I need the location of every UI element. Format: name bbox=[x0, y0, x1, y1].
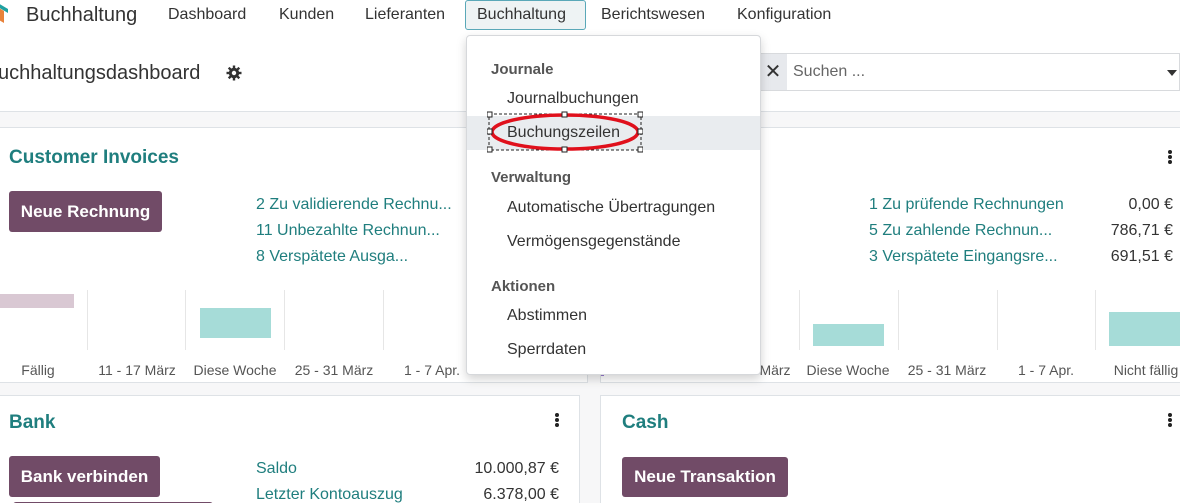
graph-tick: 11 - 17 März bbox=[98, 362, 176, 378]
new-invoice-button[interactable]: Neue Rechnung bbox=[9, 191, 162, 232]
nav-item-dashboard[interactable]: Dashboard bbox=[168, 6, 246, 24]
search-bar: ✕ bbox=[758, 53, 1180, 91]
link-bills-to-pay[interactable]: 5 Zu zahlende Rechnun... bbox=[869, 222, 1052, 240]
graph-bar-this-week[interactable] bbox=[813, 324, 884, 346]
buchhaltung-dropdown-menu: Journale Journalbuchungen Buchungszeilen… bbox=[466, 35, 761, 375]
link-invoices-to-validate[interactable]: 2 Zu validierende Rechnu... bbox=[256, 196, 452, 214]
menu-section-aktionen: Aktionen bbox=[491, 278, 556, 295]
card-bank: Bank Bank verbinden Saldo 10.000,87 € Le… bbox=[0, 395, 580, 503]
menu-item-vermoegensgegenstaende[interactable]: Vermögensgegenstände bbox=[467, 225, 760, 259]
link-late-invoices[interactable]: 8 Verspätete Ausga... bbox=[256, 248, 408, 266]
card-title[interactable]: Cash bbox=[622, 412, 668, 434]
graph-tick: 1 - 7 Apr. bbox=[403, 362, 461, 378]
amount-bills-to-pay: 786,71 € bbox=[1110, 222, 1173, 239]
menu-section-verwaltung: Verwaltung bbox=[491, 169, 572, 186]
nav-item-konfiguration[interactable]: Konfiguration bbox=[737, 6, 831, 24]
menu-item-sperrdaten[interactable]: Sperrdaten bbox=[467, 333, 760, 367]
link-late-bills[interactable]: 3 Verspätete Eingangsre... bbox=[869, 248, 1058, 266]
graph-bar-not-due[interactable] bbox=[1109, 312, 1180, 346]
gear-icon[interactable] bbox=[226, 65, 242, 81]
menu-section-journale: Journale bbox=[491, 61, 554, 78]
card-title[interactable]: Bank bbox=[9, 412, 55, 434]
top-navbar: Buchhaltung Dashboard Kunden Lieferanten… bbox=[0, 0, 1180, 32]
new-transaction-button[interactable]: Neue Transaktion bbox=[622, 457, 788, 497]
graph-tick: 25 - 31 März bbox=[294, 362, 374, 378]
search-facet-remove-icon[interactable]: ✕ bbox=[759, 54, 787, 90]
card-menu-kebab-icon[interactable] bbox=[555, 413, 559, 427]
graph-tick: Diese Woche bbox=[806, 362, 890, 378]
graph-tick: Diese Woche bbox=[193, 362, 277, 378]
menu-item-automatische-uebertragungen[interactable]: Automatische Übertragungen bbox=[467, 191, 760, 225]
amount-bills-to-review: 0,00 € bbox=[1128, 196, 1173, 213]
card-title[interactable]: Customer Invoices bbox=[9, 147, 179, 169]
menu-item-journalbuchungen[interactable]: Journalbuchungen bbox=[467, 82, 760, 116]
app-logo-icon[interactable] bbox=[0, 3, 8, 25]
graph-bar-overdue[interactable] bbox=[0, 294, 74, 308]
amount-late-bills: 691,51 € bbox=[1110, 248, 1173, 265]
nav-item-kunden[interactable]: Kunden bbox=[279, 6, 334, 24]
link-unpaid-invoices[interactable]: 11 Unbezahlte Rechnun... bbox=[256, 222, 440, 240]
app-name[interactable]: Buchhaltung bbox=[26, 4, 137, 27]
bank-balance-amount: 10.000,87 € bbox=[474, 460, 559, 477]
graph-tick: Nicht fällig bbox=[1113, 362, 1179, 378]
nav-item-lieferanten[interactable]: Lieferanten bbox=[365, 6, 445, 24]
connect-bank-button[interactable]: Bank verbinden bbox=[9, 456, 160, 497]
last-statement-amount: 6.378,00 € bbox=[483, 486, 559, 503]
graph-tick: 1 - 7 Apr. bbox=[1017, 362, 1075, 378]
graph-tick: März bbox=[759, 362, 791, 378]
nav-item-buchhaltung[interactable]: Buchhaltung bbox=[477, 6, 566, 24]
graph-bar-this-week[interactable] bbox=[200, 308, 271, 338]
search-input[interactable] bbox=[793, 54, 1153, 90]
graph-tick: Fällig bbox=[21, 362, 55, 378]
page-title: uchhaltungsdashboard bbox=[0, 62, 201, 84]
search-options-caret-icon[interactable] bbox=[1167, 70, 1177, 76]
link-bills-to-review[interactable]: 1 Zu prüfende Rechnungen bbox=[869, 196, 1064, 214]
card-menu-kebab-icon[interactable] bbox=[1168, 150, 1172, 164]
card-cash: Cash Neue Transaktion bbox=[600, 395, 1180, 503]
last-statement-label[interactable]: Letzter Kontoauszug bbox=[256, 486, 403, 503]
menu-item-buchungszeilen[interactable]: Buchungszeilen bbox=[467, 116, 760, 150]
card-menu-kebab-icon[interactable] bbox=[1168, 413, 1172, 427]
nav-item-berichtswesen[interactable]: Berichtswesen bbox=[601, 6, 705, 24]
graph-tick: 25 - 31 März bbox=[907, 362, 987, 378]
menu-item-abstimmen[interactable]: Abstimmen bbox=[467, 299, 760, 333]
bank-balance-label[interactable]: Saldo bbox=[256, 460, 297, 478]
